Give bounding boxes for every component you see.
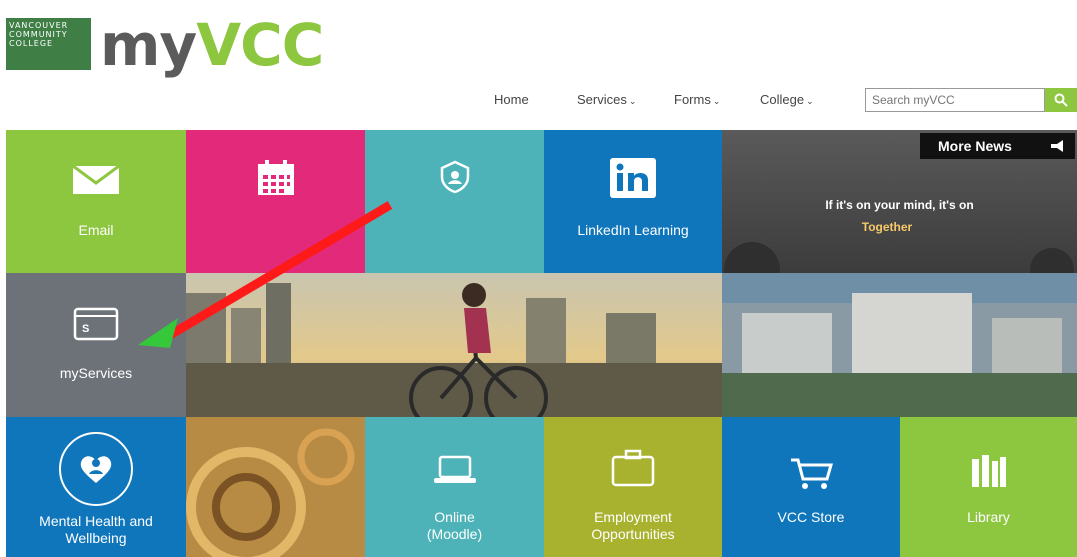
search-icon xyxy=(1054,93,1068,107)
employment-line-2: Opportunities xyxy=(591,526,675,542)
tile-linkedin-learning[interactable]: LinkedIn Learning xyxy=(544,130,722,273)
vcc-logo[interactable]: VANCOUVER COMMUNITY COLLEGE xyxy=(6,18,91,70)
nav-college-label: College xyxy=(760,92,805,107)
megaphone-icon xyxy=(1049,133,1065,161)
campus-photo-graphic xyxy=(722,273,1077,417)
art-photo xyxy=(186,417,365,557)
search-button[interactable] xyxy=(1045,88,1077,112)
tile-library-label: Library xyxy=(967,509,1010,525)
linkedin-icon xyxy=(544,158,722,203)
svg-text:S: S xyxy=(82,323,89,335)
nav-home[interactable]: Home xyxy=(494,92,529,107)
envelope-icon xyxy=(6,164,186,200)
search-input[interactable] xyxy=(865,88,1045,112)
hero-photo-graphic xyxy=(186,273,722,417)
tile-email[interactable]: Email xyxy=(6,130,186,273)
tile-store-label: VCC Store xyxy=(777,509,845,525)
chevron-down-icon: ⌄ xyxy=(712,96,721,106)
header: VANCOUVER COMMUNITY COLLEGE myVCC Home S… xyxy=(0,0,1077,130)
news-headline[interactable]: If it's on your mind, it's on xyxy=(722,198,1077,212)
tile-account-security[interactable] xyxy=(365,130,544,273)
art-photo-graphic xyxy=(186,417,365,557)
employment-line-1: Employment xyxy=(594,509,672,525)
nav-forms-label: Forms xyxy=(674,92,711,107)
tile-calendar[interactable] xyxy=(186,130,365,273)
nav-services-label: Services xyxy=(577,92,627,107)
myvcc-wordmark[interactable]: myVCC xyxy=(100,11,324,79)
online-line-1: Online xyxy=(434,509,475,525)
tile-email-label: Email xyxy=(78,222,114,238)
browser-window-icon: S xyxy=(6,307,186,346)
mental-health-line-2: Wellbeing xyxy=(65,530,127,546)
hero-cyclist-photo xyxy=(186,273,722,417)
more-news-button[interactable]: More News xyxy=(920,133,1075,159)
mental-health-line-1: Mental Health and xyxy=(39,513,153,529)
news-headline-secondary: Together xyxy=(861,220,913,234)
logo-line-3: COLLEGE xyxy=(9,39,54,48)
brand-my: my xyxy=(100,11,197,79)
tile-employment-label: Employment Opportunities xyxy=(544,509,722,543)
shield-lock-icon xyxy=(365,160,544,199)
calendar-icon xyxy=(186,160,365,201)
chevron-down-icon: ⌄ xyxy=(628,96,637,106)
tile-store[interactable]: VCC Store xyxy=(722,417,900,557)
tile-online-moodle[interactable]: Online (Moodle) xyxy=(365,417,544,557)
tile-mental-health-label: Mental Health and Wellbeing xyxy=(6,513,186,547)
chevron-down-icon: ⌄ xyxy=(806,96,814,106)
shopping-cart-icon xyxy=(722,457,900,496)
tile-linkedin-label: LinkedIn Learning xyxy=(577,222,689,238)
campus-photo xyxy=(722,273,1077,417)
wellbeing-badge-icon xyxy=(6,429,186,514)
tile-myservices[interactable]: S myServices xyxy=(6,273,186,417)
books-icon xyxy=(900,453,1077,494)
nav-forms[interactable]: Forms ⌄ xyxy=(674,92,720,107)
nav-services[interactable]: Services ⌄ xyxy=(577,92,636,107)
brand-vcc: VCC xyxy=(196,11,324,79)
tile-library[interactable]: Library xyxy=(900,417,1077,557)
nav-college[interactable]: College ⌄ xyxy=(760,92,814,107)
tile-mental-health[interactable]: Mental Health and Wellbeing xyxy=(6,417,186,557)
online-line-2: (Moodle) xyxy=(426,526,483,542)
more-news-label: More News xyxy=(938,138,1012,154)
tile-myservices-label: myServices xyxy=(59,365,133,381)
laptop-icon xyxy=(365,455,544,490)
logo-line-1: VANCOUVER xyxy=(9,21,69,30)
tile-online-label: Online (Moodle) xyxy=(365,509,544,543)
search-box xyxy=(865,88,1077,112)
logo-line-2: COMMUNITY xyxy=(9,30,68,39)
tile-employment[interactable]: Employment Opportunities xyxy=(544,417,722,557)
briefcase-icon xyxy=(544,449,722,492)
